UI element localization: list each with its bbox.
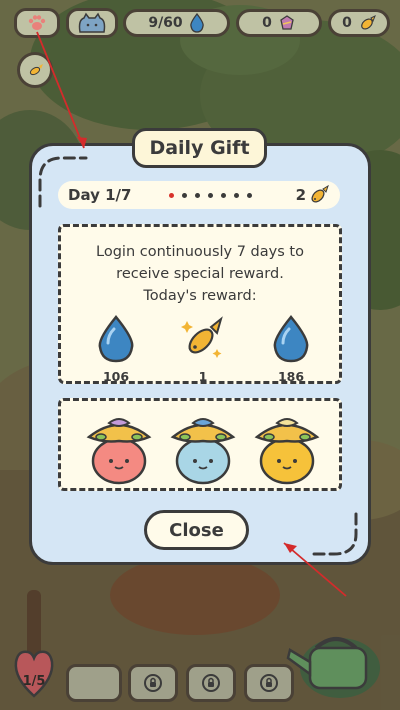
day-dot [169, 192, 175, 198]
water-drop-icon [189, 13, 204, 33]
fish-icon [311, 184, 329, 203]
blue-plant-icon [170, 418, 236, 485]
watering-can-icon[interactable] [286, 628, 386, 698]
reward-item: 186 [261, 315, 321, 384]
reward-description: Login continuously 7 days to receive spe… [61, 241, 339, 307]
fish-bowl-button[interactable] [17, 52, 53, 88]
empty-slot[interactable] [66, 664, 122, 702]
cat-icon [78, 12, 106, 33]
water-count: 9/60 [148, 15, 183, 31]
fish-count: 0 [342, 15, 352, 31]
reward-description-line: receive special reward. [116, 266, 284, 282]
dialog-title: Daily Gift [132, 128, 267, 168]
reward-description-line: Login continuously 7 days to [96, 244, 304, 260]
fish-reward-total: 2 [296, 184, 330, 206]
reward-description-line: Today's reward: [143, 288, 257, 304]
locked-slot[interactable] [128, 664, 178, 702]
paw-button[interactable] [14, 8, 60, 38]
day-dot [247, 192, 253, 198]
day-progress-bar: Day 1/7 2 [58, 181, 340, 209]
day-dot [208, 192, 214, 198]
day-dot [182, 192, 188, 198]
reward-value: 186 [277, 369, 305, 384]
day-dot [234, 192, 240, 198]
fish-counter: 0 [328, 9, 390, 37]
gem-count: 0 [262, 15, 272, 31]
gem-counter: 0 [236, 9, 322, 37]
gem-icon [280, 15, 294, 30]
fish-icon [361, 14, 376, 30]
fish-icon [181, 316, 223, 358]
reward-value: 106 [102, 369, 130, 384]
heart-icon [14, 650, 54, 698]
reward-item: 106 [86, 315, 146, 384]
paw-icon [28, 15, 46, 30]
reward-value: 1 [198, 369, 208, 384]
lock-icon [260, 674, 278, 692]
heart-counter: 1/5 [22, 674, 46, 689]
pink-plant-icon [86, 418, 152, 485]
reward-item: 1 [173, 315, 233, 384]
day-dots [169, 192, 253, 198]
day-dot [195, 192, 201, 198]
corner-decoration-bottom-right [310, 512, 358, 556]
yellow-plant-icon [254, 418, 320, 485]
fish-reward-count: 2 [295, 186, 306, 204]
water-drop-icon [98, 315, 134, 363]
day-dot [221, 192, 227, 198]
lock-icon [144, 674, 162, 692]
plant-preview-panel [58, 398, 342, 491]
water-counter: 9/60 [123, 9, 230, 37]
lock-icon [202, 674, 220, 692]
locked-slot[interactable] [186, 664, 236, 702]
reward-panel: Login continuously 7 days to receive spe… [58, 224, 342, 384]
cat-button[interactable] [66, 8, 118, 38]
fish-bowl-icon [29, 64, 43, 76]
close-button[interactable]: Close [144, 510, 249, 550]
water-drop-icon [273, 315, 309, 363]
day-label: Day 1/7 [68, 186, 132, 204]
